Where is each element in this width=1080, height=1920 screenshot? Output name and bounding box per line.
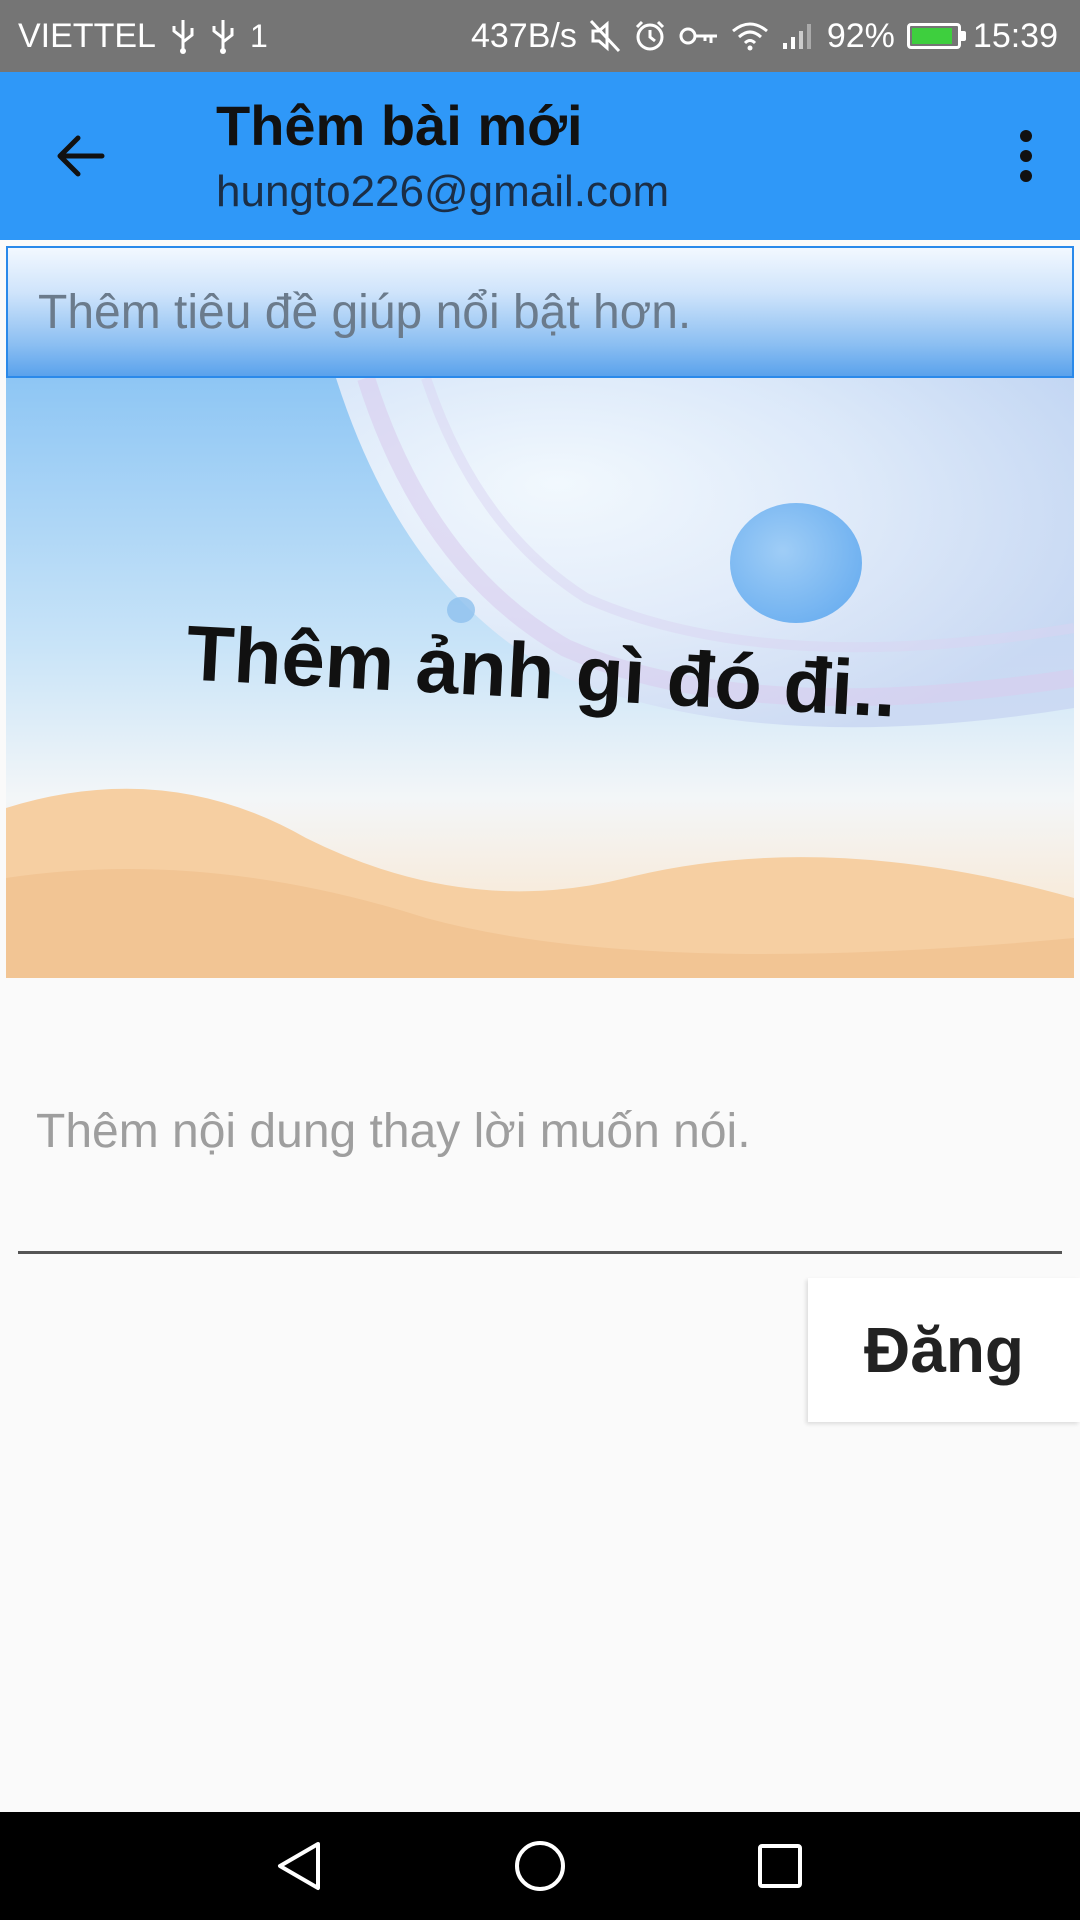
battery-icon: [906, 23, 966, 49]
back-triangle-icon: [268, 1842, 332, 1902]
image-picker[interactable]: Thêm ảnh gì đó đi..: [6, 378, 1074, 978]
clock: 15:39: [972, 16, 1058, 55]
post-content-placeholder: Thêm nội dung thay lời muốn nói.: [36, 1104, 751, 1158]
navigation-bar: [0, 1812, 1080, 1920]
placeholder-image: Thêm ảnh gì đó đi..: [6, 378, 1074, 978]
account-email: hungto226@gmail.com: [216, 167, 670, 216]
home-circle-icon: [508, 1841, 572, 1902]
post-title-input[interactable]: Thêm tiêu đề giúp nổi bật hơn.: [6, 246, 1074, 378]
usb-icon: [170, 18, 196, 54]
alarm-icon: [633, 19, 667, 53]
app-bar: Thêm bài mới hungto226@gmail.com: [0, 72, 1080, 240]
recents-square-icon: [748, 1844, 812, 1902]
more-vertical-icon: [994, 130, 1058, 192]
mute-icon: [589, 19, 621, 53]
battery-percent: 92%: [826, 16, 895, 55]
page-title: Thêm bài mới: [216, 94, 583, 157]
post-title-placeholder: Thêm tiêu đề giúp nổi bật hơn.: [38, 285, 692, 339]
post-content-input[interactable]: Thêm nội dung thay lời muốn nói.: [36, 1096, 1036, 1166]
post-button[interactable]: Đăng: [808, 1278, 1080, 1422]
app-bar-titles: Thêm bài mới hungto226@gmail.com: [216, 94, 669, 222]
back-button[interactable]: [48, 124, 112, 188]
wifi-icon: [731, 21, 769, 51]
data-icon: 1: [249, 17, 268, 54]
nav-recents-button[interactable]: [748, 1834, 812, 1898]
battery-level: [911, 28, 953, 44]
signal-icon: [781, 21, 815, 51]
vpn-key-icon: [679, 24, 719, 48]
overflow-menu-button[interactable]: [994, 124, 1058, 188]
usb-icon: [210, 18, 236, 54]
status-bar: VIETTEL 1 437B/s 92% 15:39: [0, 0, 1080, 72]
nav-back-button[interactable]: [268, 1834, 332, 1898]
nav-home-button[interactable]: [508, 1834, 572, 1898]
content-input-underline: [18, 1251, 1062, 1254]
arrow-back-icon: [48, 135, 112, 192]
carrier-name: VIETTEL: [18, 16, 156, 55]
network-speed: 437B/s: [470, 16, 577, 55]
